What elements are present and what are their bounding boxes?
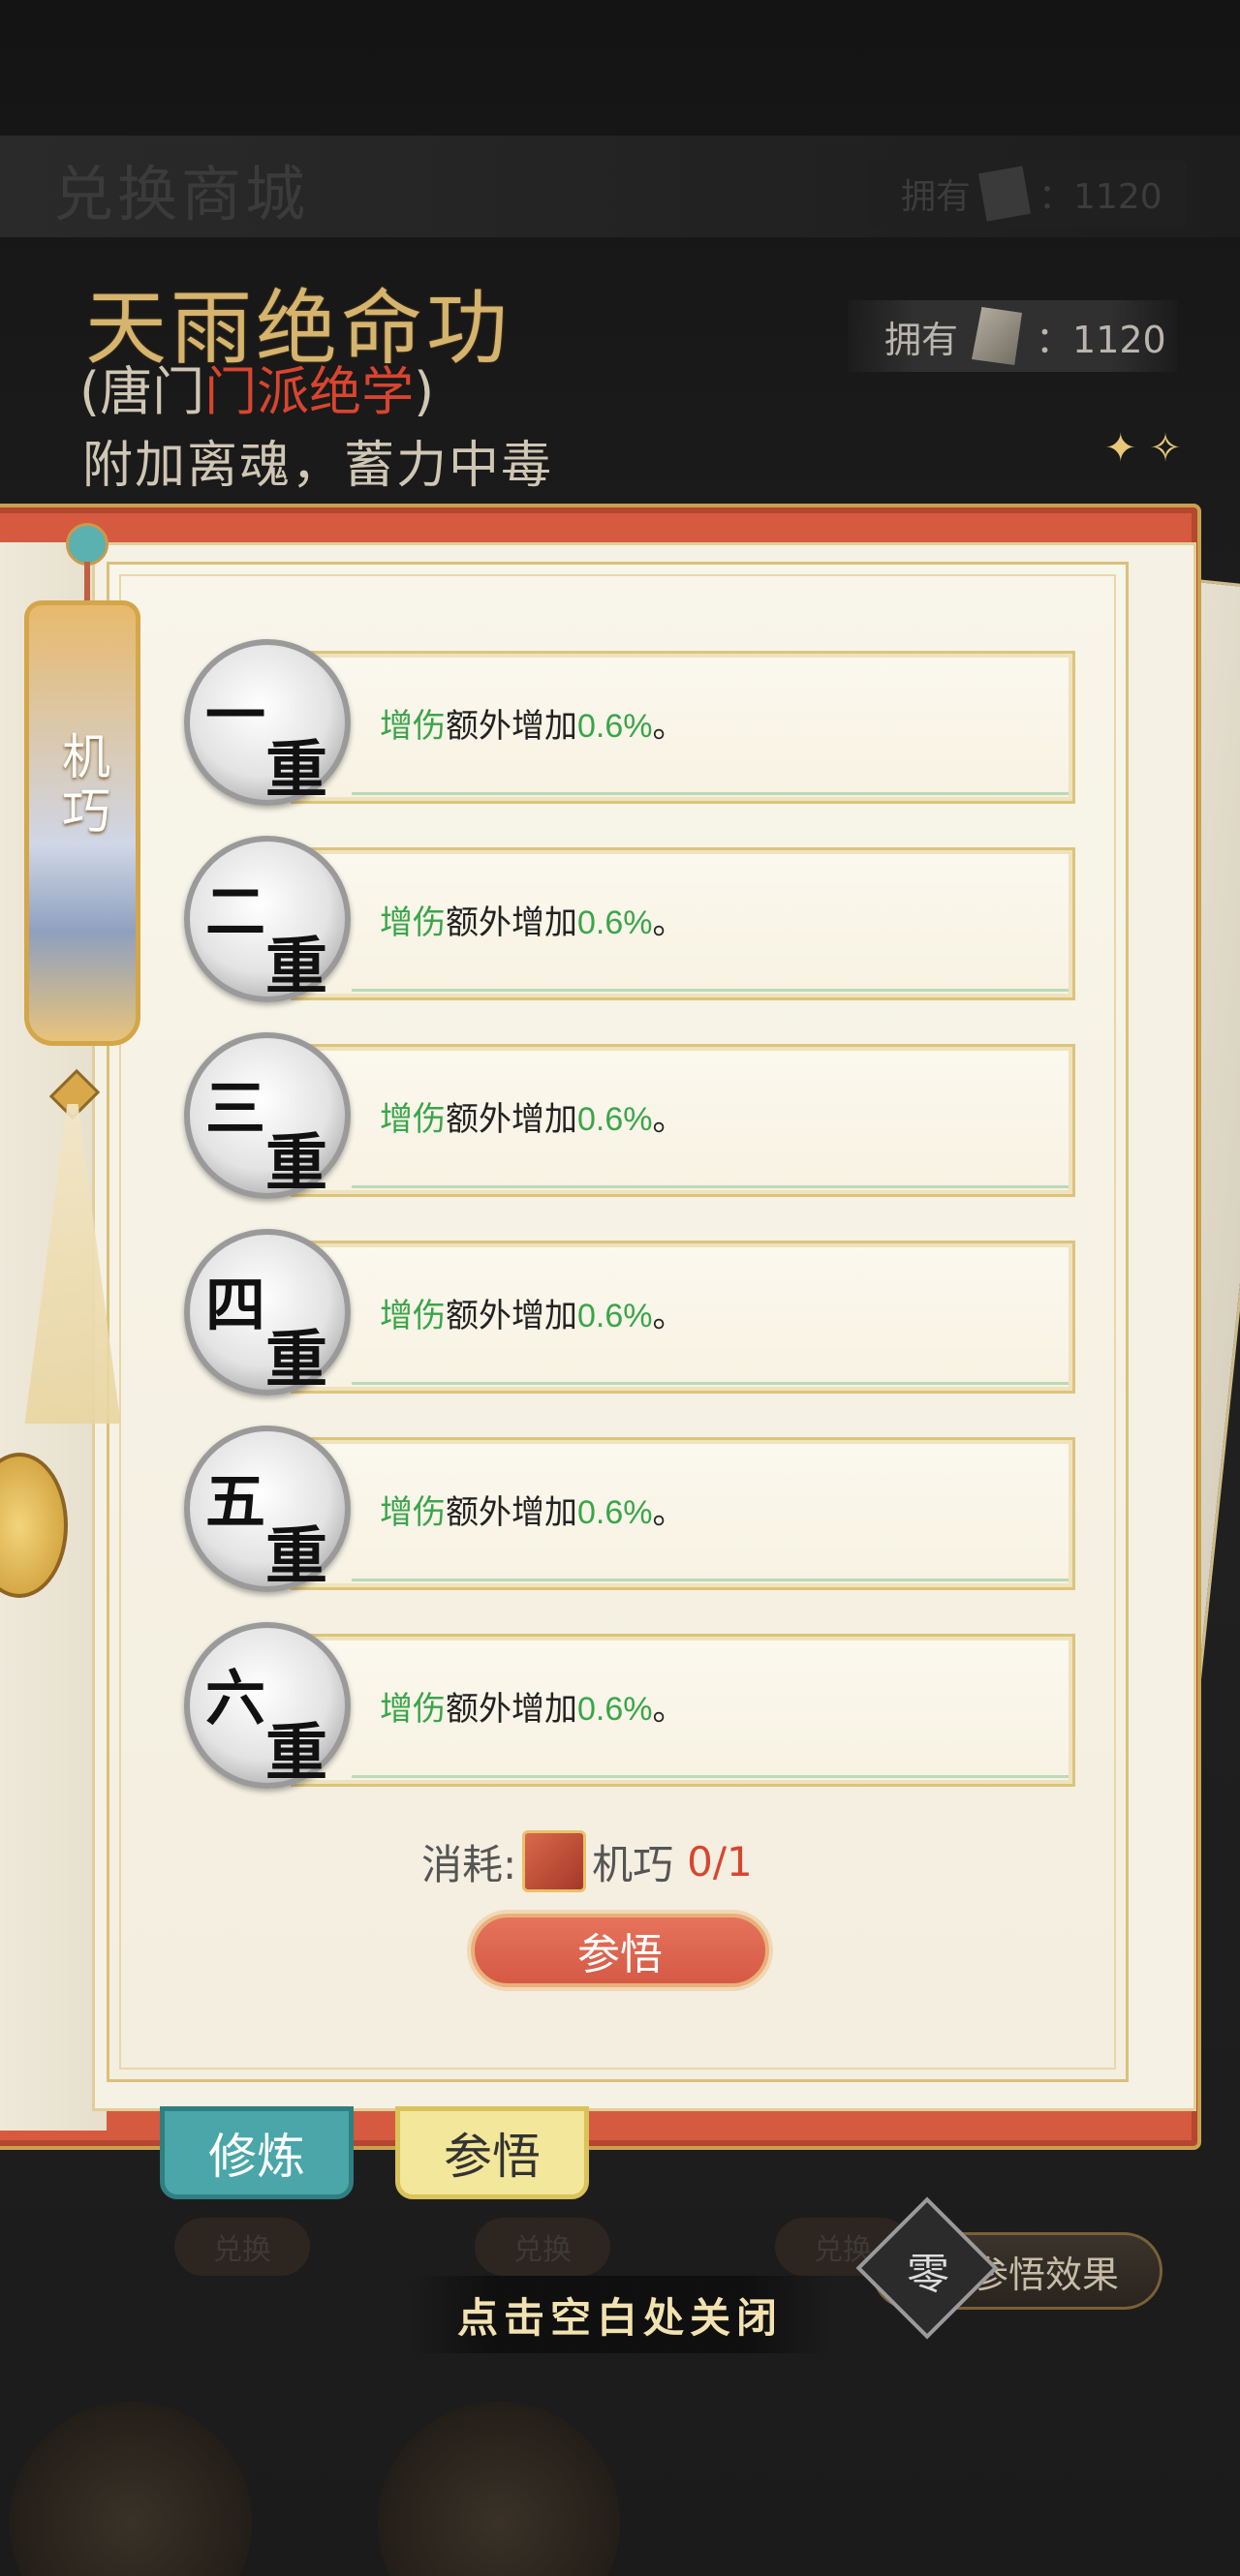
background-owned-counter: 拥有 ：1120 <box>867 160 1187 228</box>
background-exchange-button: 兑换 <box>174 2218 310 2276</box>
level-medal-number: 五 <box>205 1466 266 1537</box>
level-description: 增伤额外增加0.6%。 <box>380 896 686 943</box>
level-medal-icon: 六重 <box>184 1622 351 1790</box>
level-description: 增伤额外增加0.6%。 <box>380 699 686 747</box>
banner-ring-icon <box>66 523 108 566</box>
background-exchange-button: 兑换 <box>475 2218 610 2276</box>
level-row: 六重 增伤额外增加0.6%。 <box>165 1622 1075 1819</box>
level-row: 二重 增伤额外增加0.6%。 <box>165 836 1075 1032</box>
level-row: 四重 增伤额外增加0.6%。 <box>165 1229 1075 1426</box>
level-list: 一重 增伤额外增加0.6%。 二重 增伤额外增加0.6%。 三重 增伤额外增加0… <box>165 639 1075 1819</box>
cost-line: 消耗: 机巧 0/1 <box>421 1830 753 1892</box>
skill-effect: 附加离魂，蓄力中毒 <box>82 437 554 495</box>
tab-cultivate[interactable]: 修炼 <box>160 2106 354 2199</box>
level-text: 额外增加 <box>446 1691 577 1728</box>
level-row: 一重 增伤额外增加0.6%。 <box>165 639 1075 836</box>
level-value: 0.6% <box>577 1298 653 1334</box>
level-text: 额外增加 <box>446 1101 577 1138</box>
level-end: 。 <box>652 1298 686 1334</box>
level-medal-number: 二 <box>205 876 266 947</box>
birds-icon: ✦ ✧ <box>1104 426 1182 471</box>
level-medal-suffix: 重 <box>265 1127 327 1200</box>
level-badge-text: 零 <box>907 2250 949 2299</box>
level-medal-icon: 一重 <box>184 639 351 807</box>
level-value: 0.6% <box>577 1494 653 1531</box>
level-medal-suffix: 重 <box>265 1717 327 1790</box>
tab-comprehend[interactable]: 参悟 <box>395 2106 589 2199</box>
level-medal-number: 三 <box>205 1073 266 1144</box>
level-text: 额外增加 <box>446 1494 577 1531</box>
background-shop-title: 兑换商城 <box>53 159 310 230</box>
cost-label: 消耗: <box>421 1840 517 1888</box>
level-medal-icon: 五重 <box>184 1426 351 1593</box>
category-banner: 机巧 <box>24 600 140 1046</box>
level-description: 增伤额外增加0.6%。 <box>380 1486 686 1533</box>
level-value: 0.6% <box>577 1101 653 1138</box>
level-end: 。 <box>652 905 686 941</box>
level-medal-number: 四 <box>205 1270 266 1340</box>
background-owned-value: ：1120 <box>1038 177 1162 217</box>
skill-sect: (唐门门派绝学) <box>79 349 434 425</box>
level-medal-suffix: 重 <box>265 1520 327 1593</box>
level-end: 。 <box>652 1494 686 1531</box>
cost-item: 机巧 <box>592 1840 674 1888</box>
level-keyword: 增伤 <box>380 1691 446 1728</box>
level-text: 额外增加 <box>446 708 577 745</box>
level-medal-number: 六 <box>205 1663 266 1733</box>
level-end: 。 <box>652 1691 686 1728</box>
level-row: 五重 增伤额外增加0.6%。 <box>165 1426 1075 1622</box>
level-text: 额外增加 <box>446 1298 577 1334</box>
level-keyword: 增伤 <box>380 708 446 745</box>
level-medal-icon: 四重 <box>184 1229 351 1396</box>
level-description: 增伤额外增加0.6%。 <box>380 1092 686 1140</box>
owned-counter: 拥有 ：1120 <box>848 300 1177 372</box>
level-value: 0.6% <box>577 1691 653 1728</box>
level-value: 0.6% <box>577 905 653 941</box>
level-description: 增伤额外增加0.6%。 <box>380 1289 686 1336</box>
cost-count: 0/1 <box>687 1837 753 1886</box>
token-icon <box>978 166 1032 222</box>
skill-sect-tag: 门派绝学 <box>204 361 415 422</box>
token-icon <box>972 307 1023 365</box>
level-medal-icon: 二重 <box>184 836 351 1003</box>
category-banner-label: 机巧 <box>54 731 110 840</box>
level-end: 。 <box>652 1101 686 1138</box>
level-medal-suffix: 重 <box>265 734 327 807</box>
skill-sect-open: (唐门 <box>79 361 205 422</box>
comprehend-button[interactable]: 参悟 <box>471 1914 769 1987</box>
level-keyword: 增伤 <box>380 905 446 941</box>
manual-book-icon <box>522 1830 587 1892</box>
level-text: 额外增加 <box>446 905 577 941</box>
level-medal-number: 一 <box>205 680 266 751</box>
background-owned-label: 拥有 <box>901 177 972 217</box>
level-row: 三重 增伤额外增加0.6%。 <box>165 1032 1075 1229</box>
close-hint[interactable]: 点击空白处关闭 <box>407 2276 833 2353</box>
skill-sect-close: ) <box>414 361 435 422</box>
level-medal-suffix: 重 <box>265 931 327 1003</box>
level-keyword: 增伤 <box>380 1101 446 1138</box>
level-keyword: 增伤 <box>380 1494 446 1531</box>
level-value: 0.6% <box>577 708 653 745</box>
level-medal-suffix: 重 <box>265 1324 327 1396</box>
owned-value: ：1120 <box>1036 318 1166 361</box>
level-end: 。 <box>652 708 686 745</box>
level-keyword: 增伤 <box>380 1298 446 1334</box>
level-description: 增伤额外增加0.6%。 <box>380 1682 686 1730</box>
level-medal-icon: 三重 <box>184 1032 351 1200</box>
owned-label: 拥有 <box>884 318 959 361</box>
